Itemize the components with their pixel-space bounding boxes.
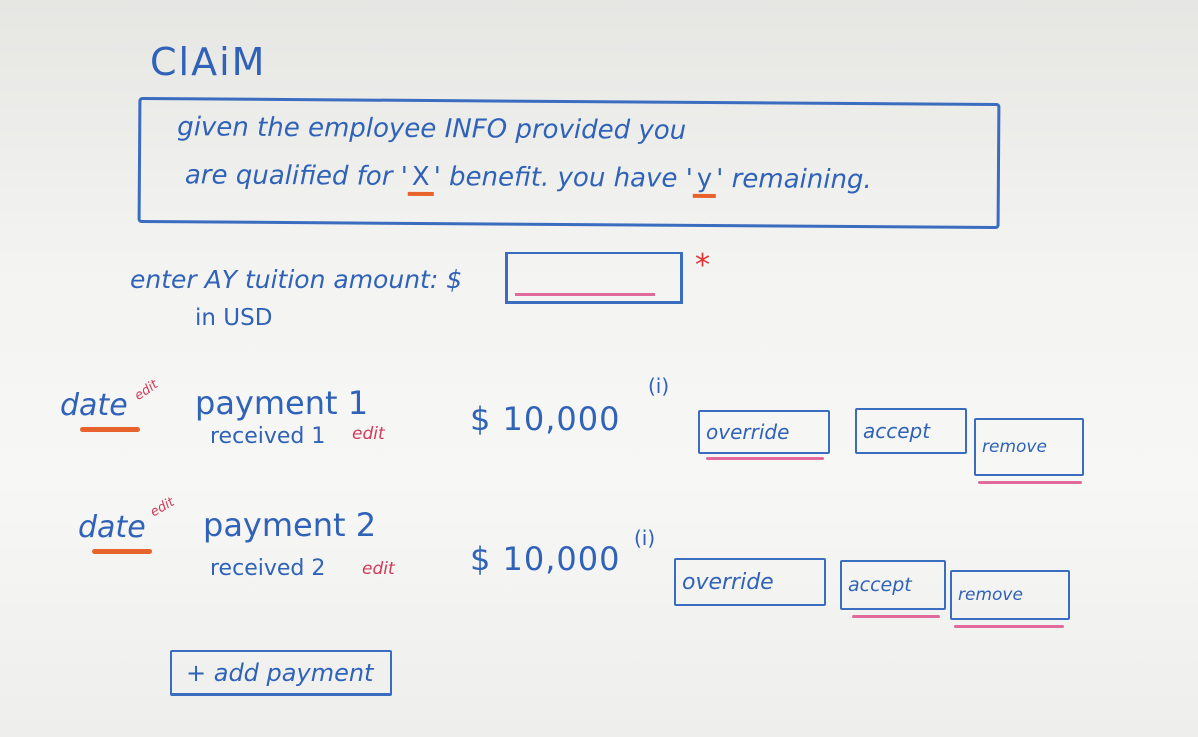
payment-2-remove-button[interactable]: remove [950,570,1070,628]
payment-1-received-edit-link[interactable]: edit [352,424,385,444]
payment-2-remove-label: remove [958,585,1023,605]
payment-2-info-icon[interactable]: (i) [634,526,655,550]
payment-1-date-edit-link[interactable]: edit [132,377,161,404]
payment-1-name: payment 1 [195,384,369,422]
tuition-amount-label: enter AY tuition amount: $ [130,265,463,294]
payment-1-received: received 1 [210,424,326,449]
benefit-banner: given the employee INFO provided you are… [137,96,1001,230]
payment-2-override-button[interactable]: override [674,558,826,606]
required-indicator: * [695,248,710,283]
payment-1-remove-label: remove [982,437,1047,457]
payment-1-accept-label: accept [863,419,931,443]
banner-text-line-2: are qualified for ' X ' benefit. you have … [185,160,872,199]
payment-2-name: payment 2 [203,506,377,544]
payment-2-accept-label: accept [848,574,912,596]
payment-1-remove-button[interactable]: remove [974,418,1084,484]
benefit-x-value: X [407,161,434,197]
banner-text-suffix: ' remaining. [716,164,872,196]
payment-1-override-label: override [706,420,790,444]
tuition-currency-label: in USD [195,305,273,331]
payment-1-info-icon[interactable]: (i) [648,374,669,398]
banner-text-middle: ' benefit. you have ' [433,162,693,194]
payment-2-accept-button[interactable]: accept [840,560,946,618]
add-payment-button[interactable]: + add payment [170,650,392,696]
tuition-amount-input[interactable] [505,252,683,304]
payment-1-date[interactable]: date [60,388,128,423]
payment-2-override-label: override [682,569,774,595]
page-title: ClAiM [150,40,267,84]
payment-1-date-underline [80,427,140,432]
banner-text-prefix: are qualified for ' [184,160,408,192]
add-payment-label: + add payment [186,658,374,687]
payment-2-amount: $ 10,000 [470,540,621,578]
input-underline [515,293,655,296]
payment-2-received: received 2 [210,556,326,581]
payment-2-date[interactable]: date [78,510,146,545]
payment-1-override-button[interactable]: override [698,410,830,460]
payment-1-accept-button[interactable]: accept [855,408,967,454]
banner-text-line-1: given the employee INFO provided you [177,112,687,146]
payment-2-date-edit-link[interactable]: edit [148,495,177,520]
remaining-y-value: y [692,163,717,199]
payment-1-amount: $ 10,000 [470,400,621,438]
payment-2-received-edit-link[interactable]: edit [362,559,395,579]
payment-2-date-underline [92,549,152,554]
